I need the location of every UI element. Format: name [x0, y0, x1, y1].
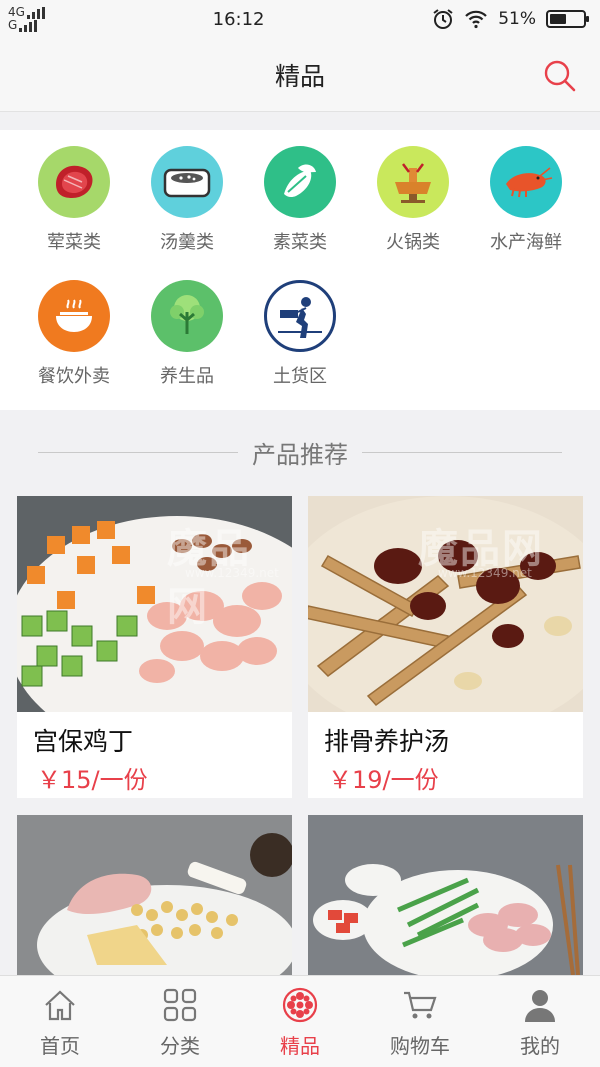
tab-label: 我的 — [520, 1034, 560, 1058]
category-soup[interactable]: 汤羹类 — [131, 146, 243, 254]
signal-bars-icon — [26, 7, 45, 19]
farmer-icon — [264, 280, 336, 352]
status-bar: 4G G 16:12 51% — [0, 0, 600, 38]
product-card-ribsoup[interactable]: 魔品网 www.12349.net 排骨养护汤 ￥19/一份 — [308, 496, 583, 798]
category-seafood[interactable]: 水产海鲜 — [470, 146, 582, 254]
home-icon — [45, 990, 75, 1021]
divider — [362, 451, 562, 453]
product-card-kungpao[interactable]: 魔品网 www.12349.net 宫保鸡丁 ￥15/一份 — [17, 496, 292, 798]
category-label: 荤菜类 — [47, 232, 101, 253]
category-label: 水产海鲜 — [490, 232, 562, 253]
category-takeout[interactable]: 餐饮外卖 — [18, 280, 130, 388]
tab-cart[interactable]: 购物车 — [360, 976, 480, 1067]
product-card-3[interactable] — [17, 815, 292, 975]
product-card-4[interactable] — [308, 815, 583, 975]
category-wellness[interactable]: 养生品 — [131, 280, 243, 388]
watermark-url: www.12349.net — [185, 566, 279, 580]
product-price: ￥15/一份 — [37, 766, 148, 794]
page-title: 精品 — [274, 61, 325, 91]
soup-pot-icon — [151, 146, 223, 218]
watermark-url: www.12349.net — [438, 566, 532, 580]
signal-bars-icon — [19, 20, 38, 32]
tab-label: 首页 — [40, 1034, 80, 1058]
tab-category[interactable]: 分类 — [120, 976, 240, 1067]
product-name: 排骨养护汤 — [324, 727, 450, 756]
vegetable-icon — [264, 146, 336, 218]
section-title: 产品推荐 — [252, 440, 348, 469]
meat-icon — [38, 146, 110, 218]
category-hotpot[interactable]: 火锅类 — [357, 146, 469, 254]
network-type-bottom: G — [8, 18, 18, 32]
grid-icon — [163, 988, 197, 1022]
search-icon[interactable] — [542, 58, 578, 94]
tab-home[interactable]: 首页 — [0, 976, 120, 1067]
product-image: 魔品网 www.12349.net — [308, 496, 583, 736]
shrimp-icon — [490, 146, 562, 218]
category-label: 养生品 — [160, 366, 214, 387]
tab-featured[interactable]: 精品 — [240, 976, 360, 1067]
category-grid: 荤菜类 汤羹类 素菜类 火锅类 水产海鲜 餐饮外卖 养生品 土货区 — [0, 130, 600, 410]
tab-label: 精品 — [280, 1034, 320, 1058]
signal-indicator: 4G G — [8, 6, 45, 32]
cart-icon — [404, 991, 437, 1019]
clock: 16:12 — [212, 8, 265, 30]
wellness-tree-icon — [151, 280, 223, 352]
category-label: 餐饮外卖 — [38, 366, 110, 387]
tab-label: 分类 — [160, 1034, 200, 1058]
tab-label: 购物车 — [390, 1034, 450, 1058]
category-vegetable[interactable]: 素菜类 — [244, 146, 356, 254]
category-meat[interactable]: 荤菜类 — [18, 146, 130, 254]
tab-profile[interactable]: 我的 — [480, 976, 600, 1067]
product-image: 魔品网 www.12349.net — [17, 496, 292, 756]
page-header: 精品 — [0, 38, 600, 112]
product-price: ￥19/一份 — [328, 766, 439, 794]
category-label: 火锅类 — [386, 232, 440, 253]
user-icon — [525, 990, 555, 1022]
divider — [38, 451, 238, 453]
flower-icon — [282, 987, 318, 1023]
category-label: 土货区 — [273, 366, 327, 387]
alarm-icon — [433, 9, 453, 29]
category-label: 汤羹类 — [160, 232, 214, 253]
product-name: 宫保鸡丁 — [33, 727, 134, 756]
category-label: 素菜类 — [273, 232, 327, 253]
hotpot-icon — [377, 146, 449, 218]
recommend-section-header: 产品推荐 — [0, 430, 600, 474]
bottom-tab-bar: 首页 分类 精品 购物车 我的 — [0, 975, 600, 1067]
product-image — [308, 815, 583, 975]
battery-icon — [545, 10, 589, 28]
category-local-goods[interactable]: 土货区 — [244, 280, 356, 388]
takeout-bowl-icon — [38, 280, 110, 352]
wifi-icon — [465, 10, 487, 29]
battery-percent: 51% — [498, 9, 536, 29]
product-image — [17, 815, 292, 975]
